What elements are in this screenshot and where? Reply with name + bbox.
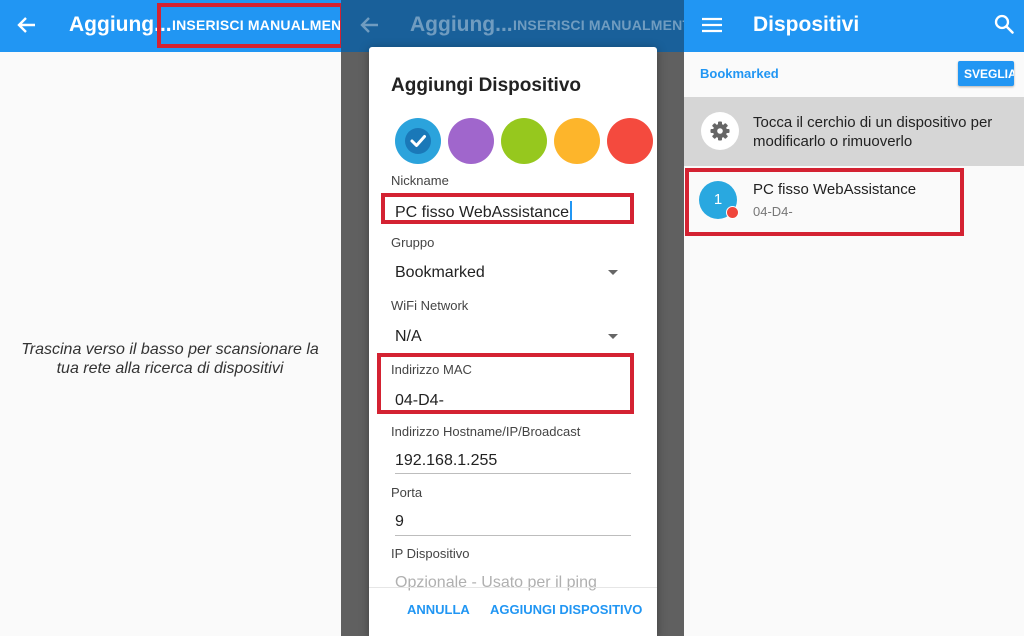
highlight-box [157, 3, 341, 48]
host-label: Indirizzo Hostname/IP/Broadcast [391, 424, 581, 439]
info-banner: Tocca il cerchio di un dispositivo per m… [684, 97, 1024, 166]
nickname-label: Nickname [391, 173, 449, 188]
menu-icon[interactable] [702, 17, 722, 33]
add-device-dialog: Aggiungi Dispositivo Nickname PC fisso W… [369, 47, 657, 636]
gear-icon [701, 112, 739, 150]
info-text: Tocca il cerchio di un dispositivo per m… [753, 114, 993, 150]
search-icon[interactable] [994, 14, 1014, 34]
wifi-label: WiFi Network [391, 298, 469, 313]
devices-screen: Dispositivi Bookmarked SVEGLIA Tocca il … [684, 0, 1024, 636]
host-underline [395, 473, 631, 474]
manual-entry-button: INSERISCI MANUALMENTE [513, 17, 684, 33]
host-input[interactable]: 192.168.1.255 [395, 452, 497, 470]
color-swatch[interactable] [448, 118, 494, 164]
back-arrow-icon [360, 15, 380, 35]
dropdown-arrow-icon[interactable] [608, 270, 618, 275]
cancel-button[interactable]: ANNULLA [407, 602, 470, 617]
check-icon [405, 128, 431, 154]
highlight-box [685, 168, 964, 236]
screen-title: Aggiung... [410, 13, 513, 36]
back-arrow-icon[interactable] [17, 15, 37, 35]
section-header: Bookmarked [700, 66, 779, 81]
color-swatch[interactable] [501, 118, 547, 164]
color-swatch-selected[interactable] [395, 118, 441, 164]
port-input[interactable]: 9 [395, 513, 404, 531]
dialog-title: Aggiungi Dispositivo [391, 75, 581, 96]
port-label: Porta [391, 485, 423, 500]
dropdown-arrow-icon[interactable] [608, 334, 618, 339]
dialog-footer-divider [369, 587, 657, 588]
wifi-select[interactable]: N/A [395, 328, 422, 346]
highlight-box [377, 353, 634, 414]
app-bar-dimmed: Aggiung... INSERISCI MANUALMENTE [341, 0, 684, 52]
wake-button[interactable]: SVEGLIA [958, 61, 1014, 86]
ip-label: IP Dispositivo [391, 546, 470, 561]
add-device-dialog-screen: Aggiung... INSERISCI MANUALMENTE Aggiung… [341, 0, 684, 636]
color-swatch[interactable] [554, 118, 600, 164]
color-swatch[interactable] [607, 118, 653, 164]
app-bar: Dispositivi [684, 0, 1024, 52]
add-device-button[interactable]: AGGIUNGI DISPOSITIVO [490, 602, 642, 617]
screen-title: Dispositivi [753, 13, 860, 36]
group-select[interactable]: Bookmarked [395, 264, 485, 282]
highlight-box [381, 193, 634, 224]
scan-hint-text: Trascina verso il basso per scansionare … [21, 341, 319, 377]
add-device-scan-screen: Aggiung... INSERISCI MANUALMENTE Trascin… [0, 0, 341, 636]
group-label: Gruppo [391, 235, 435, 250]
ip-input[interactable]: Opzionale - Usato per il ping [395, 574, 597, 592]
port-underline [395, 535, 631, 536]
